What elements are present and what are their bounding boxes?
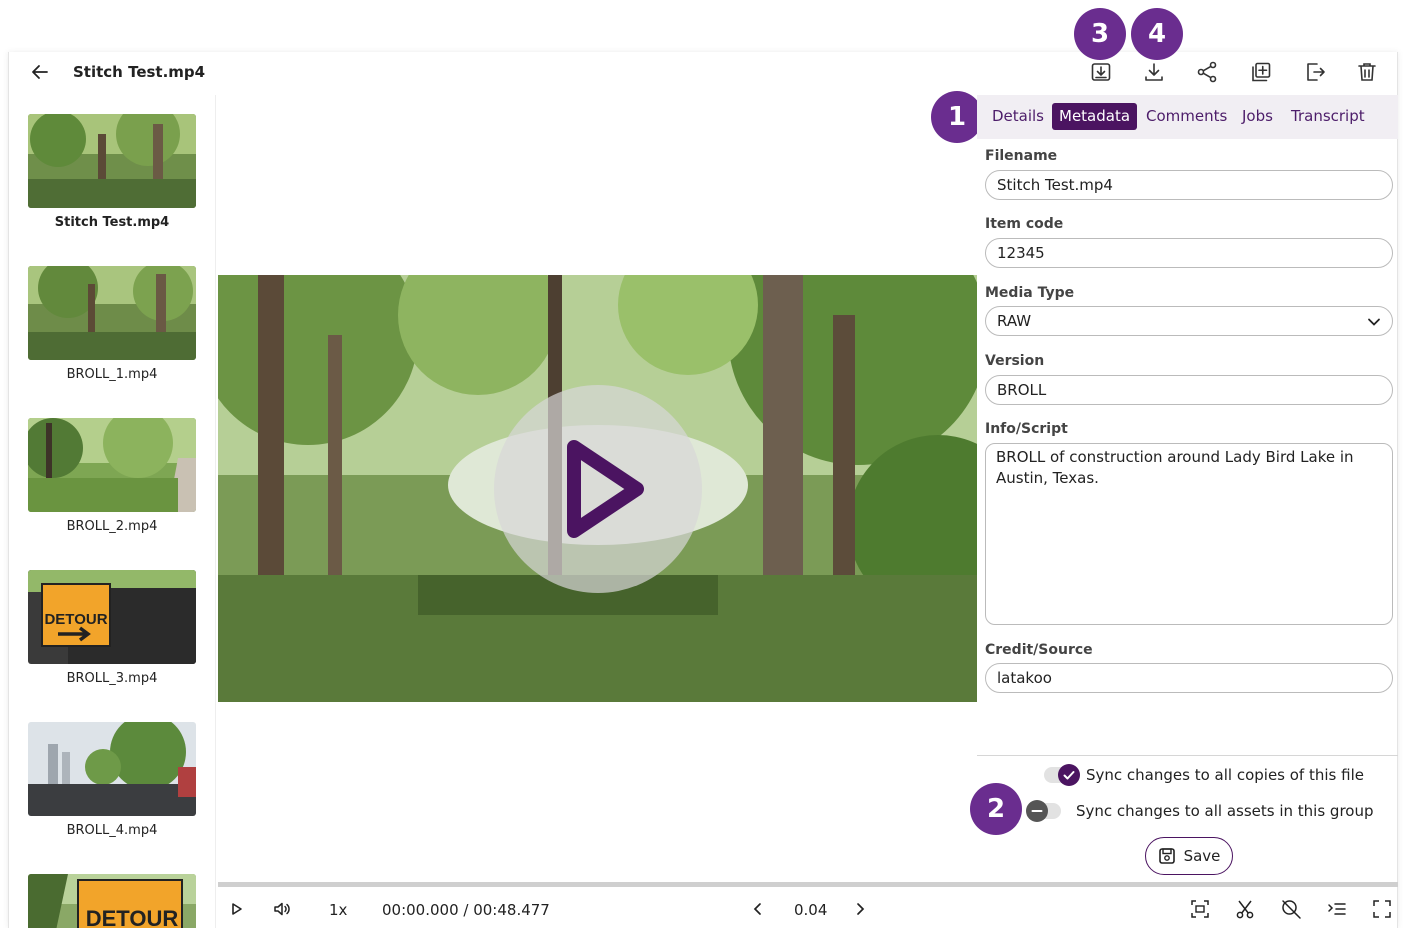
annotation-badge-3: 3 — [1074, 8, 1126, 60]
export-icon[interactable] — [1303, 60, 1327, 84]
video-player[interactable] — [218, 275, 977, 702]
zoom-off-icon[interactable] — [1280, 898, 1302, 920]
sync-copies-label: Sync changes to all copies of this file — [1086, 766, 1364, 784]
playback-progress-bar[interactable] — [218, 882, 1398, 887]
detour-sign-text: DETOUR — [86, 906, 179, 928]
chevron-down-icon — [1368, 318, 1380, 326]
annotation-badge-1: 1 — [931, 91, 983, 143]
asset-label: BROLL_3.mp4 — [66, 671, 158, 686]
detour-sign-text: DETOUR — [44, 611, 107, 628]
asset-item-broll-1[interactable]: BROLL_1.mp4 — [28, 266, 196, 382]
save-label: Save — [1183, 847, 1221, 865]
asset-item-broll-5[interactable]: DETOUR — [28, 874, 196, 928]
divider — [977, 755, 1398, 756]
asset-label: Stitch Test.mp4 — [54, 215, 170, 230]
play-icon — [567, 440, 644, 538]
file-title: Stitch Test.mp4 — [73, 63, 206, 81]
tab-metadata[interactable]: Metadata — [1052, 103, 1138, 130]
filename-field[interactable] — [985, 170, 1393, 200]
frame-step-value: 0.04 — [794, 901, 828, 919]
asset-label: BROLL_1.mp4 — [66, 367, 158, 382]
version-field[interactable] — [985, 375, 1393, 405]
thumbnail-image — [28, 722, 196, 816]
save-icon — [1158, 848, 1175, 864]
thumbnail-image: DETOUR — [28, 874, 196, 928]
sync-group-label: Sync changes to all assets in this group — [1076, 802, 1374, 820]
media-type-label: Media Type — [985, 285, 1075, 301]
info-script-textarea[interactable]: BROLL of construction around Lady Bird L… — [985, 443, 1393, 625]
filename-label: Filename — [985, 148, 1058, 164]
asset-item-broll-2[interactable]: BROLL_2.mp4 — [28, 418, 196, 534]
volume-icon[interactable] — [271, 898, 293, 920]
sync-copies-toggle[interactable] — [1044, 764, 1080, 786]
credit-source-field[interactable] — [985, 663, 1393, 693]
download-to-box-icon[interactable] — [1089, 60, 1113, 84]
annotation-badge-2: 2 — [970, 783, 1022, 835]
version-label: Version — [985, 353, 1045, 369]
play-overlay-button[interactable] — [494, 385, 702, 593]
annotation-badge-4: 4 — [1131, 8, 1183, 60]
download-icon[interactable] — [1142, 60, 1166, 84]
asset-item-stitch-test[interactable]: Stitch Test.mp4 — [28, 114, 196, 230]
tab-jobs[interactable]: Jobs — [1235, 103, 1280, 130]
thumbnail-image — [28, 418, 196, 512]
asset-sidebar: Stitch Test.mp4 BROLL_1.mp4 BROLL_2.mp4 … — [9, 95, 216, 928]
item-code-label: Item code — [985, 216, 1064, 232]
check-icon — [1058, 764, 1080, 786]
playback-speed[interactable]: 1x — [329, 901, 347, 919]
asset-label: BROLL_2.mp4 — [66, 519, 158, 534]
minus-icon — [1026, 800, 1048, 822]
sync-group-toggle[interactable] — [1026, 800, 1061, 822]
play-icon[interactable] — [226, 898, 248, 920]
tab-comments[interactable]: Comments — [1139, 103, 1234, 130]
thumbnail-image — [28, 114, 196, 208]
top-bar: Stitch Test.mp4 — [8, 52, 1398, 94]
asset-label: BROLL_4.mp4 — [66, 823, 158, 838]
info-script-label: Info/Script — [985, 421, 1068, 437]
thumbnail-image: DETOUR — [28, 570, 196, 664]
chevron-left-icon[interactable] — [747, 898, 769, 920]
back-arrow-icon[interactable] — [28, 60, 52, 84]
playback-time: 00:00.000 / 00:48.477 — [382, 901, 550, 919]
fullscreen-icon[interactable] — [1371, 898, 1393, 920]
item-code-field[interactable] — [985, 238, 1393, 268]
media-type-value: RAW — [997, 312, 1032, 330]
media-type-select[interactable]: RAW — [985, 306, 1393, 336]
asset-item-broll-3[interactable]: DETOUR BROLL_3.mp4 — [28, 570, 196, 686]
save-button[interactable]: Save — [1145, 837, 1233, 875]
chapters-list-icon[interactable] — [1326, 898, 1348, 920]
tab-details[interactable]: Details — [985, 103, 1051, 130]
player-controls: 1x 00:00.000 / 00:48.477 0.04 — [218, 888, 1398, 928]
scissors-icon[interactable] — [1234, 898, 1256, 920]
chevron-right-icon[interactable] — [849, 898, 871, 920]
tab-transcript[interactable]: Transcript — [1284, 103, 1372, 130]
frame-capture-icon[interactable] — [1189, 898, 1211, 920]
add-to-collection-icon[interactable] — [1249, 60, 1273, 84]
details-tab-bar: Details Metadata Comments Jobs Transcrip… — [977, 95, 1398, 139]
thumbnail-image — [28, 266, 196, 360]
share-icon[interactable] — [1195, 60, 1219, 84]
credit-source-label: Credit/Source — [985, 642, 1093, 658]
delete-icon[interactable] — [1355, 60, 1379, 84]
asset-item-broll-4[interactable]: BROLL_4.mp4 — [28, 722, 196, 838]
